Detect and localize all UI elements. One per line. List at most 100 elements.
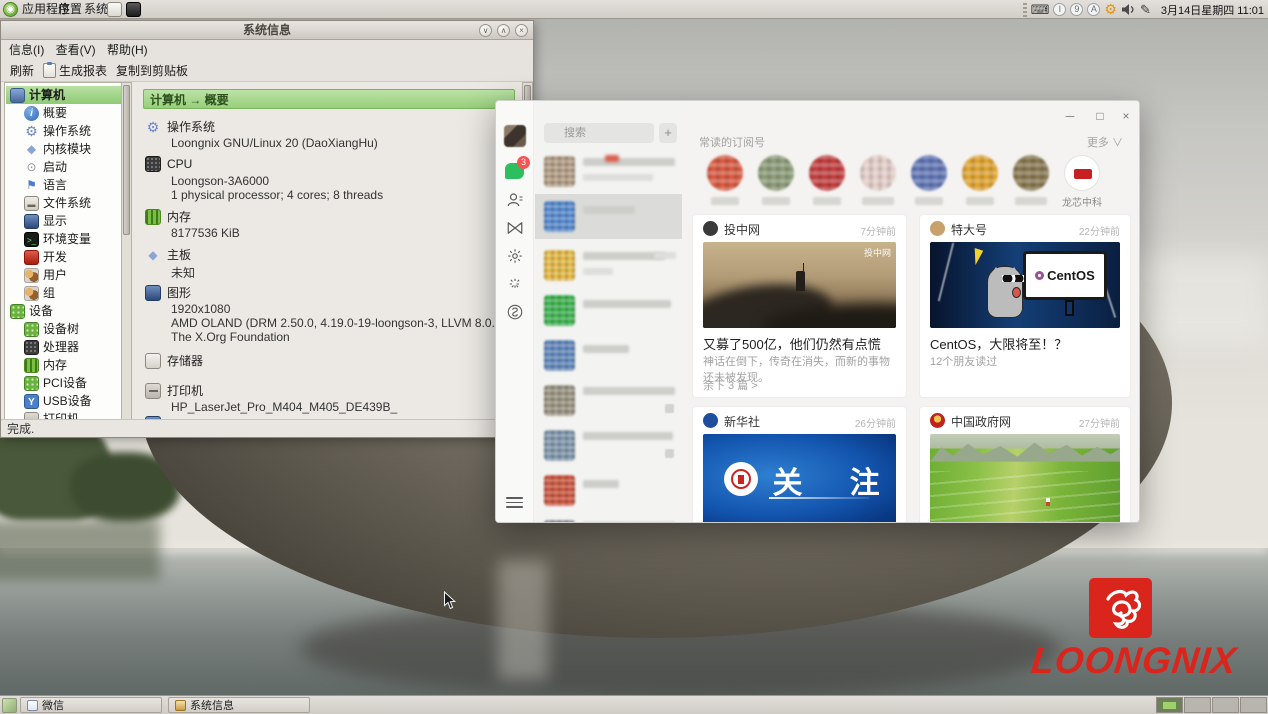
chat-row[interactable] <box>535 468 682 513</box>
volume-icon[interactable] <box>1121 3 1136 16</box>
sidebar-item-device-tree[interactable]: 设备树 <box>6 320 121 338</box>
article-card[interactable]: 中国政府网 27分钟前 <box>919 406 1131 523</box>
input-method-icon[interactable]: A <box>1087 3 1100 16</box>
add-button[interactable]: + <box>659 123 677 143</box>
chat-avatar <box>544 250 575 281</box>
tray-handle[interactable] <box>1023 3 1027 17</box>
search-input[interactable] <box>544 123 654 143</box>
close-button[interactable]: × <box>1115 107 1137 125</box>
sidebar-item-filesystems[interactable]: ▬文件系统 <box>6 194 121 212</box>
sysinfo-titlebar[interactable]: 系统信息 ∨ ∧ × <box>1 21 533 40</box>
copy-to-clipboard-button[interactable]: 复制到剪贴板 <box>116 60 188 82</box>
chat-row[interactable] <box>535 423 682 468</box>
sidebar-item-pci-devices[interactable]: PCI设备 <box>6 374 121 392</box>
pen-input-icon[interactable]: ✎ <box>1140 0 1151 19</box>
sidebar-item-computer[interactable]: 计算机 <box>6 86 121 104</box>
menu-places[interactable]: 位置 <box>56 0 84 19</box>
sidebar-scrollbar[interactable] <box>121 82 132 421</box>
sidebar-item-users[interactable]: 用户 <box>6 266 121 284</box>
chat-row-selected[interactable] <box>535 194 682 239</box>
memory-icon <box>145 209 161 225</box>
chat-row[interactable] <box>535 378 682 423</box>
settings-icon[interactable] <box>506 247 524 265</box>
show-desktop-button[interactable] <box>2 698 17 713</box>
article-card[interactable]: 特大号 22分钟前 CentOS CentOS，大限将至！？ 12个朋友读过 <box>919 214 1131 398</box>
loongnix-logo-text: LOONGNIX <box>1000 640 1268 682</box>
maximize-button[interactable]: □ <box>1089 107 1111 125</box>
sidebar-item-summary[interactable]: i概要 <box>6 104 121 122</box>
chat-row[interactable] <box>535 288 682 333</box>
remaining-articles-link[interactable]: 余下 3 篇 > <box>703 377 758 393</box>
menu-info[interactable]: 信息(I) <box>9 43 44 57</box>
input-method-icon[interactable]: I <box>1053 3 1066 16</box>
muted-icon <box>665 449 674 458</box>
generate-report-button[interactable]: 生成报表 <box>43 60 107 82</box>
sidebar-item-os[interactable]: ⚙操作系统 <box>6 122 121 140</box>
article-card[interactable]: 新华社 26分钟前 关 注 <box>692 406 907 523</box>
sidebar-item-memory[interactable]: 内存 <box>6 356 121 374</box>
article-title[interactable]: CentOS，大限将至！？ <box>930 334 1120 353</box>
subscription-avatar[interactable] <box>1013 155 1049 191</box>
chat-row[interactable] <box>535 333 682 378</box>
menu-help[interactable]: 帮助(H) <box>107 43 148 57</box>
terminal-launcher-icon[interactable] <box>126 2 141 17</box>
article-image[interactable]: CentOS <box>930 242 1120 328</box>
workspace-2[interactable] <box>1184 697 1211 713</box>
task-sysinfo[interactable]: 系统信息 <box>168 697 310 713</box>
article-card[interactable]: 投中网 7分钟前 投中网 又募了500亿，他们仍然有点慌 神话在倒下，传奇在消失… <box>692 214 907 398</box>
storage-icon <box>145 353 161 369</box>
text-editor-launcher-icon[interactable] <box>107 2 122 17</box>
sidebar-item-devices[interactable]: 设备 <box>6 302 121 320</box>
workspace-4[interactable] <box>1240 697 1267 713</box>
refresh-button[interactable]: 刷新 <box>10 60 34 82</box>
article-image[interactable]: 投中网 <box>703 242 896 328</box>
task-wechat[interactable]: 微信 <box>20 697 162 713</box>
input-method-icon[interactable]: 9 <box>1070 3 1083 16</box>
subscription-avatar[interactable] <box>911 155 947 191</box>
subscription-avatar[interactable] <box>860 155 896 191</box>
mini-programs-icon[interactable] <box>506 275 524 293</box>
sidebar-item-groups[interactable]: 组 <box>6 284 121 302</box>
more-link[interactable]: 更多 ∨ <box>1087 134 1123 150</box>
top-panel: ◉ 应用程序 位置 系统 ⌨ I 9 A ⚙ ✎ 3月14日星期四 11:01 <box>0 0 1268 19</box>
menu-icon[interactable] <box>506 497 523 508</box>
chat-row[interactable] <box>535 149 682 194</box>
article-image[interactable] <box>930 434 1120 523</box>
scrollbar-thumb[interactable] <box>123 85 130 235</box>
processor-icon <box>145 156 161 172</box>
user-avatar[interactable] <box>504 125 526 147</box>
channels-icon[interactable] <box>506 219 524 237</box>
sidebar-item-development[interactable]: 开发 <box>6 248 121 266</box>
maximize-button[interactable]: ∧ <box>497 24 510 37</box>
sidebar-item-processor[interactable]: 处理器 <box>6 338 121 356</box>
contacts-icon[interactable] <box>506 191 524 209</box>
sidebar-item-env-vars[interactable]: >_环境变量 <box>6 230 121 248</box>
close-button[interactable]: × <box>515 24 528 37</box>
subscription-avatar-loongson[interactable] <box>1064 155 1100 191</box>
minimize-button[interactable]: ─ <box>1059 107 1081 125</box>
sidebar-item-languages[interactable]: ⚑语言 <box>6 176 121 194</box>
sidebar-item-display[interactable]: 显示 <box>6 212 121 230</box>
sidebar-item-boot[interactable]: ⊙启动 <box>6 158 121 176</box>
workspace-3[interactable] <box>1212 697 1239 713</box>
subscription-avatar[interactable] <box>758 155 794 191</box>
fcitx-config-icon[interactable]: ⚙ <box>1104 0 1117 19</box>
sidebar-item-usb-devices[interactable]: YUSB设备 <box>6 392 121 410</box>
sysinfo-menubar: 信息(I) 查看(V) 帮助(H) <box>1 40 533 60</box>
distro-menu-icon[interactable]: ◉ <box>3 2 18 17</box>
search-tools-icon[interactable] <box>506 303 524 321</box>
sidebar-item-kernel-modules[interactable]: ◆内核模块 <box>6 140 121 158</box>
chat-row[interactable] <box>535 243 682 288</box>
workspace-1[interactable] <box>1156 697 1183 713</box>
article-image[interactable]: 关 注 <box>703 434 896 523</box>
menu-view[interactable]: 查看(V) <box>56 43 96 57</box>
clock[interactable]: 3月14日星期四 11:01 <box>1161 2 1264 18</box>
minimize-button[interactable]: ∨ <box>479 24 492 37</box>
chat-row[interactable] <box>535 513 682 523</box>
subscription-avatar[interactable] <box>809 155 845 191</box>
subscription-avatar[interactable] <box>962 155 998 191</box>
keyboard-icon[interactable]: ⌨ <box>1031 0 1050 19</box>
article-title[interactable]: 又募了500亿，他们仍然有点慌 <box>703 334 896 353</box>
menu-system[interactable]: 系统 <box>82 0 110 19</box>
subscription-avatar[interactable] <box>707 155 743 191</box>
